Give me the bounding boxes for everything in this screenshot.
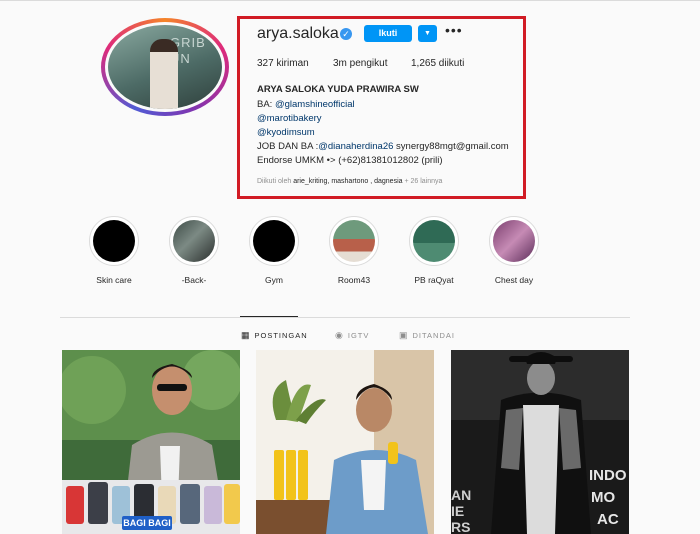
bio-email: synergy88mgt@gmail.com	[393, 141, 509, 152]
post-image-2	[256, 350, 434, 534]
bio-line-kyodimsum: @kyodimsum	[257, 127, 315, 138]
highlight-chest-day[interactable]: Chest day	[484, 216, 544, 285]
highlight-label: Skin care	[96, 275, 132, 285]
bio-line-maroti: @marotibakery	[257, 113, 322, 124]
tab-tagged[interactable]: ▣ DITANDAI	[399, 330, 455, 341]
tab-igtv[interactable]: ◉ IGTV	[335, 330, 369, 341]
tagged-icon: ▣	[399, 330, 409, 340]
highlight-cover	[173, 220, 215, 262]
bio-ba-prefix: BA:	[257, 99, 275, 110]
post-thumbnail-2[interactable]	[256, 350, 434, 534]
profile-username: arya.saloka	[257, 25, 339, 42]
post-thumbnail-3[interactable]: INDO MO AC AN IE RS	[451, 350, 629, 534]
highlight-label: Gym	[265, 275, 283, 285]
post-thumbnail-1[interactable]: BAGI BAGI	[62, 350, 240, 534]
highlight-skin-care[interactable]: Skin care	[84, 216, 144, 285]
tab-posts[interactable]: ▦ POSTINGAN	[241, 330, 308, 341]
highlight-label: PB raQyat	[414, 275, 454, 285]
more-options-icon[interactable]: •••	[445, 22, 463, 38]
bio-full-name: ARYA SALOKA YUDA PRAWIRA SW	[257, 84, 419, 95]
bio-link-marotibakery[interactable]: @marotibakery	[257, 113, 322, 124]
following-count[interactable]: 1,265 diikuti	[411, 58, 464, 69]
highlight-cover	[413, 220, 455, 262]
verified-badge-icon: ✓	[340, 28, 352, 40]
followers-count[interactable]: 3m pengikut	[333, 58, 387, 69]
highlight-gym[interactable]: Gym	[244, 216, 304, 285]
followed-by-text[interactable]: Diikuti oleh arie_kriting, mashartono , …	[257, 178, 442, 185]
tabs-divider	[60, 317, 630, 318]
highlight-cover	[253, 220, 295, 262]
follow-button[interactable]: Ikuti	[364, 25, 412, 42]
top-border	[0, 0, 700, 1]
highlight-label: Chest day	[494, 275, 534, 285]
bio-line-job: JOB DAN BA :@dianaherdina26 synergy88mgt…	[257, 141, 509, 152]
highlight-pb-raqyat[interactable]: PB raQyat	[404, 216, 464, 285]
chevron-down-icon[interactable]: ▼	[418, 25, 437, 42]
bio-link-dianaherdina[interactable]: @dianaherdina26	[318, 141, 393, 152]
igtv-icon: ◉	[335, 330, 344, 340]
bio-link-kyodimsum[interactable]: @kyodimsum	[257, 127, 315, 138]
bio-line-endorse: Endorse UMKM •> (+62)81381012802 (prili)	[257, 155, 443, 166]
avatar-person	[150, 39, 178, 109]
post-image-1: BAGI BAGI	[62, 350, 240, 534]
highlight-cover	[493, 220, 535, 262]
posts-count: 327 kiriman	[257, 58, 309, 69]
highlight-room43[interactable]: Room43	[324, 216, 384, 285]
post-image-3: INDO MO AC AN IE RS	[451, 350, 629, 534]
post-1-banner-text: BAGI BAGI	[123, 518, 171, 528]
highlight-label: Room43	[337, 275, 371, 285]
active-tab-indicator	[240, 316, 298, 317]
highlight-cover	[333, 220, 375, 262]
followed-by-users: arie_kriting, mashartono , dagnesia	[293, 178, 403, 185]
bio-line-ba: BA: @glamshineofficial	[257, 99, 355, 110]
profile-avatar[interactable]: GRIB UN	[101, 18, 229, 116]
bio-job-prefix: JOB DAN BA :	[257, 141, 319, 152]
grid-icon: ▦	[241, 330, 251, 340]
highlight-back[interactable]: -Back-	[164, 216, 224, 285]
highlight-cover	[93, 220, 135, 262]
highlight-label: -Back-	[181, 275, 207, 285]
bio-link-glamshine[interactable]: @glamshineofficial	[275, 99, 355, 110]
